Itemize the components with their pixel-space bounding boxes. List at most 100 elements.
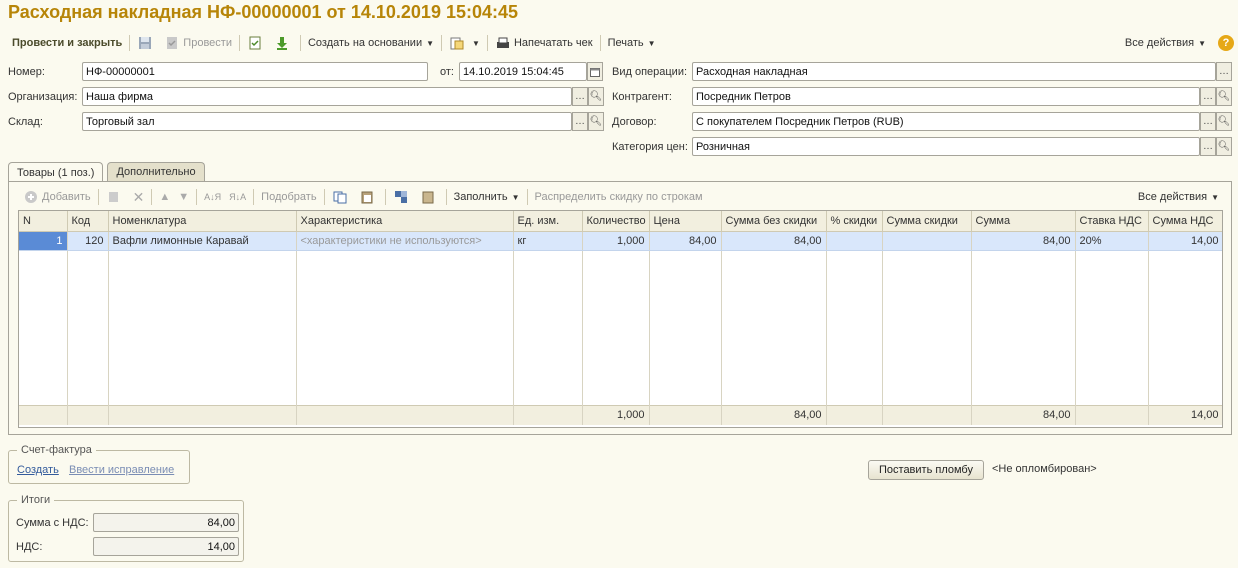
contract-choose-button[interactable]: … [1200, 112, 1216, 131]
code-cell[interactable]: 120 [67, 231, 109, 251]
organization-field[interactable]: Наша фирма [82, 87, 572, 106]
discount-percent-cell[interactable] [826, 231, 883, 251]
create-invoice-link[interactable]: Создать [17, 464, 59, 476]
sort-desc-button[interactable]: Я↓A [225, 187, 250, 207]
copy-lines-icon [333, 191, 347, 204]
column-header[interactable]: Цена [649, 211, 722, 232]
unit-cell[interactable]: кг [513, 231, 583, 251]
fill-menu[interactable]: Заполнить ▼ [450, 187, 524, 207]
post-and-close-button[interactable]: Провести и закрыть [8, 33, 126, 53]
print-receipt-button[interactable]: Напечатать чек [491, 33, 597, 53]
search-icon: 🔍︎ [1217, 91, 1231, 102]
column-header[interactable]: N [19, 211, 68, 232]
download-button[interactable] [270, 33, 297, 53]
column-header[interactable]: Сумма скидки [882, 211, 972, 232]
add-row-button[interactable]: Добавить [19, 187, 95, 207]
warehouse-open-button[interactable]: 🔍︎ [588, 112, 604, 131]
add-row-label: Добавить [42, 191, 91, 203]
save-button[interactable] [133, 33, 160, 53]
chevron-down-icon: ▼ [426, 38, 435, 48]
column-header[interactable]: Сумма без скидки [721, 211, 827, 232]
warehouse-field[interactable]: Торговый зал [82, 112, 572, 131]
invoice-group-title: Счет-фактура [17, 444, 96, 456]
organization-label: Организация: [8, 91, 78, 103]
row-number-cell[interactable]: 1 [19, 231, 68, 251]
all-actions-menu[interactable]: Все действия ▼ [1121, 33, 1210, 53]
document-movements-button[interactable] [243, 33, 270, 53]
price-category-open-button[interactable]: 🔍︎ [1216, 137, 1232, 156]
price-category-field[interactable]: Розничная [692, 137, 1200, 156]
column-header[interactable]: Код [67, 211, 109, 232]
organization-choose-button[interactable]: … [572, 87, 588, 106]
paste-lines-button[interactable] [355, 187, 382, 207]
sort-ascending-icon: A↓Я [204, 192, 222, 202]
structure-button[interactable] [389, 187, 416, 207]
column-header[interactable]: % скидки [826, 211, 883, 232]
move-down-button[interactable]: ▼ [174, 187, 193, 207]
discount-sum-cell[interactable] [882, 231, 972, 251]
tab-goods[interactable]: Товары (1 поз.) [8, 162, 104, 182]
documents-structure-icon [450, 37, 464, 50]
invoice-group: Счет-фактура Создать Ввести исправление [8, 444, 190, 484]
price-cell[interactable]: 84,00 [649, 231, 722, 251]
move-up-button[interactable]: ▲ [155, 187, 174, 207]
chevron-down-icon: ▼ [1211, 192, 1219, 202]
operation-choose-button[interactable]: … [1216, 62, 1232, 81]
empty-area [19, 250, 1222, 405]
toolbar-divider [599, 35, 601, 51]
column-header[interactable]: Номенклатура [108, 211, 297, 232]
date-label: от: [440, 66, 454, 78]
date-field[interactable]: 14.10.2019 15:04:45 [459, 62, 587, 81]
table-row[interactable]: 1 120 Вафли лимонные Каравай <характерис… [19, 231, 1222, 251]
tab-additional[interactable]: Дополнительно [107, 162, 205, 181]
quantity-cell[interactable]: 1,000 [582, 231, 650, 251]
related-documents-menu[interactable]: ▼ [445, 33, 484, 53]
seal-button[interactable]: Поставить пломбу [868, 460, 984, 480]
column-header[interactable]: Ед. изм. [513, 211, 583, 232]
number-label: Номер: [8, 66, 45, 78]
distribute-discount-button[interactable]: Распределить скидку по строкам [531, 187, 707, 207]
print-receipt-label: Напечатать чек [513, 37, 593, 49]
warehouse-choose-button[interactable]: … [572, 112, 588, 131]
print-menu[interactable]: Печать ▼ [604, 33, 660, 53]
characteristic-cell[interactable]: <характеристики не используются> [296, 231, 514, 251]
organization-open-button[interactable]: 🔍︎ [588, 87, 604, 106]
goods-table[interactable]: N Код Номенклатура Характеристика Ед. из… [18, 210, 1223, 428]
clipboard-icon [422, 191, 434, 204]
price-category-choose-button[interactable]: … [1200, 137, 1216, 156]
contract-field[interactable]: С покупателем Посредник Петров (RUB) [692, 112, 1200, 131]
sum-without-discount-cell[interactable]: 84,00 [721, 231, 827, 251]
nomenclature-cell[interactable]: Вафли лимонные Каравай [108, 231, 297, 251]
toolbar-divider [323, 189, 325, 205]
vat-sum-cell[interactable]: 14,00 [1148, 231, 1222, 251]
copy-row-button[interactable] [102, 187, 129, 207]
pick-button[interactable]: Подобрать [257, 187, 320, 207]
sort-asc-button[interactable]: A↓Я [200, 187, 225, 207]
vat-rate-cell[interactable]: 20% [1075, 231, 1149, 251]
counterparty-choose-button[interactable]: … [1200, 87, 1216, 106]
operation-field[interactable]: Расходная накладная [692, 62, 1216, 81]
column-header[interactable]: Сумма [971, 211, 1076, 232]
delete-row-button[interactable]: ✕ [129, 187, 149, 207]
structure-icon [394, 191, 407, 203]
enter-correction-link[interactable]: Ввести исправление [69, 464, 174, 476]
column-header[interactable]: Количество [582, 211, 650, 232]
post-button[interactable]: Провести [160, 33, 236, 53]
counterparty-field[interactable]: Посредник Петров [692, 87, 1200, 106]
counterparty-open-button[interactable]: 🔍︎ [1216, 87, 1232, 106]
copy-lines-button[interactable] [328, 187, 355, 207]
toolbar-divider [196, 189, 198, 205]
help-icon[interactable]: ? [1218, 35, 1234, 51]
column-header[interactable]: Сумма НДС [1148, 211, 1222, 232]
create-based-on-menu[interactable]: Создать на основании ▼ [304, 33, 438, 53]
barcode-button[interactable] [416, 187, 443, 207]
chevron-down-icon: ▼ [1198, 38, 1206, 48]
sum-cell[interactable]: 84,00 [971, 231, 1076, 251]
contract-open-button[interactable]: 🔍︎ [1216, 112, 1232, 131]
table-all-actions-menu[interactable]: Все действия ▼ [1134, 187, 1223, 207]
column-header[interactable]: Характеристика [296, 211, 514, 232]
chevron-down-icon: ▼ [511, 192, 520, 202]
calendar-button[interactable] [587, 62, 603, 81]
column-header[interactable]: Ставка НДС [1075, 211, 1149, 232]
number-field[interactable]: НФ-00000001 [82, 62, 428, 81]
